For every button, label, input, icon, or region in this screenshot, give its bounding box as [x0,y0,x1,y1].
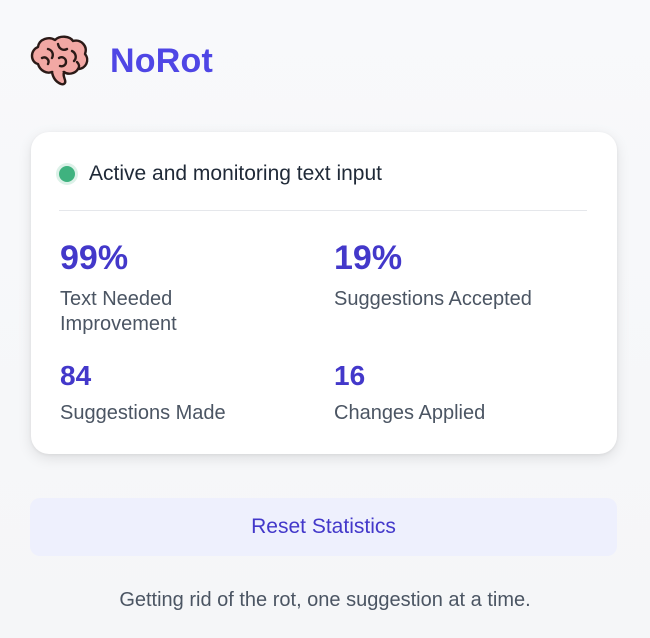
stat-label: Text Needed Improvement [60,288,177,335]
reset-statistics-button[interactable]: Reset Statistics [30,498,617,556]
stat-value: 99% [60,239,129,277]
stat-changes-applied: 16 Changes Applied [334,362,574,426]
stat-value: 16 [334,360,366,391]
footer-tagline: Getting rid of the rot, one suggestion a… [119,589,531,611]
stat-value: 19% [334,239,403,277]
stat-value: 84 [60,360,92,391]
stat-label: Suggestions Made [60,402,226,424]
brain-icon [30,35,89,86]
extension-popup: NoRot Active and monitoring text input 9… [0,0,650,638]
status-row: Active and monitoring text input [59,162,382,186]
divider [59,210,587,211]
stat-suggestions-accepted: 19% Suggestions Accepted [334,241,574,312]
app-title: NoRot [110,41,213,80]
stat-label: Suggestions Accepted [334,288,532,310]
stat-label: Changes Applied [334,402,486,424]
status-text: Active and monitoring text input [89,162,382,185]
header: NoRot [28,34,213,88]
stat-text-needed-improvement: 99% Text Needed Improvement [60,241,300,337]
status-indicator [59,166,75,182]
stat-suggestions-made: 84 Suggestions Made [60,362,300,426]
stats-card: Active and monitoring text input 99% Tex… [31,132,617,454]
